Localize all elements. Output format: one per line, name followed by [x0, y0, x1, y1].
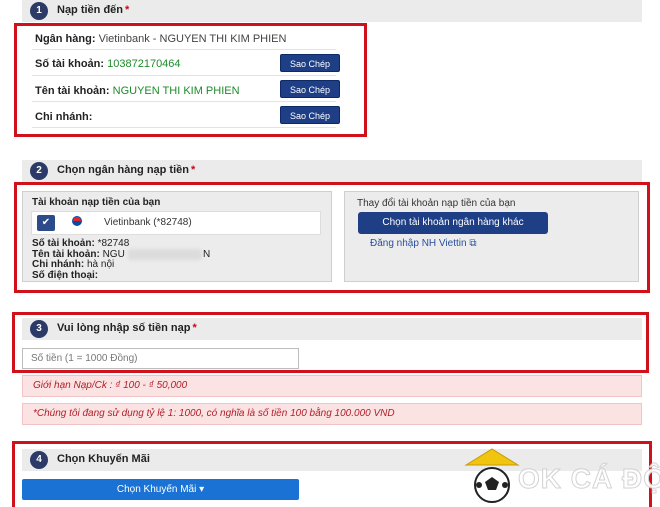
ok-ca-do-watermark: OK CÁ ĐỘ	[462, 443, 660, 507]
soccer-ball-hat-icon	[464, 448, 520, 503]
step2-header: 2 Chọn ngân hàng nạp tiền *	[22, 160, 642, 182]
highlight-box-section3	[12, 312, 649, 373]
step2-number: 2	[30, 162, 48, 180]
step1-title: Nạp tiền đến *	[57, 4, 130, 16]
watermark-text: OK CÁ ĐỘ	[518, 463, 660, 495]
step2-title: Chọn ngân hàng nạp tiền *	[57, 164, 196, 176]
step1-header: 1 Nạp tiền đến *	[22, 0, 642, 22]
highlight-box-section1	[14, 23, 367, 137]
rate-note: *Chúng tôi đang sử dụng tỷ lệ 1: 1000, c…	[22, 403, 642, 425]
limit-note: Giới hạn Nạp/Ck : ₫ 100 - ₫ 50,000	[22, 375, 642, 397]
highlight-box-section2	[14, 182, 650, 293]
step1-number: 1	[30, 2, 48, 20]
